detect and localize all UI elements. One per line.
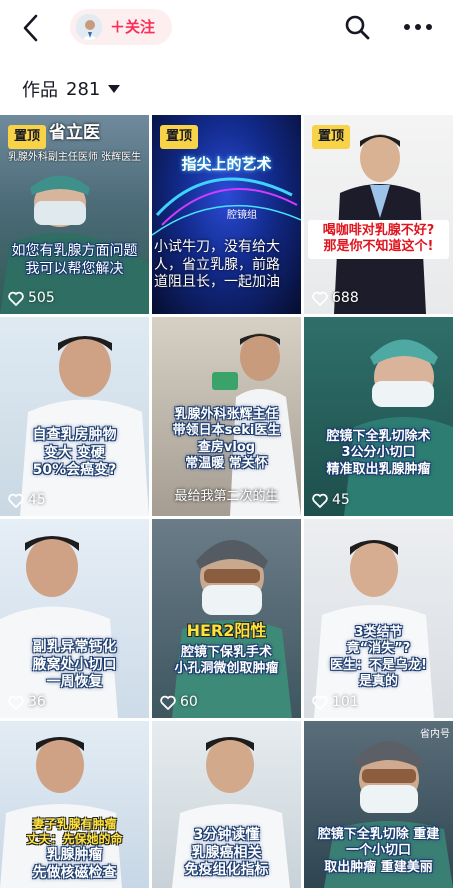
tile-likes: 36 <box>8 694 46 710</box>
video-tile[interactable]: HER2阳性 腔镜下保乳手术 小孔洞微创取肿瘤 60 <box>152 519 301 718</box>
tile-caption: 腔镜下保乳手术 小孔洞微创取肿瘤 <box>174 645 279 677</box>
tile-corner-text: 省内号 <box>420 729 450 740</box>
video-tile[interactable]: 省内号 腔镜下全乳切除 重建 一个小切口 取出肿瘤 重建美丽 <box>304 721 453 888</box>
heart-icon <box>312 493 328 508</box>
video-tile[interactable]: 副乳异常钙化 腋窝处小切口 一周恢复 36 <box>0 519 149 718</box>
video-tile[interactable]: 妻子乳腺有肿瘤 丈夫：先保她的命 乳腺肿瘤 先做核磁检查 <box>0 721 149 888</box>
video-tile[interactable]: 省立医 乳腺外科副主任医师 张辉医生 置顶 如您有乳腺方面问题 我可以帮您解决 … <box>0 115 149 314</box>
tile-caption: 副乳异常钙化 腋窝处小切口 一周恢复 <box>32 639 117 690</box>
video-tile[interactable]: 3类结节 竟“消失”? 医生：不是乌龙! 是真的 101 <box>304 519 453 718</box>
tile-caption: 腔镜下全乳切除 重建 一个小切口 取出肿瘤 重建美丽 <box>317 827 440 875</box>
heart-icon <box>8 695 24 710</box>
top-bar: ＋关注 <box>0 0 453 58</box>
tile-caption-top: HER2阳性 <box>186 621 267 640</box>
tile-likes: 688 <box>312 290 359 306</box>
tile-bottom-text: 最给我第二次的生 <box>174 489 279 504</box>
tile-caption: 腔镜下全乳切除术 3公分小切口 精准取出乳腺肿瘤 <box>326 429 431 477</box>
video-tile[interactable]: 乳腺外科张辉主任 带领日本seki医生 查房vlog 常温暖 常关怀 最给我第二… <box>152 317 301 516</box>
heart-icon <box>160 695 176 710</box>
pinned-badge: 置顶 <box>8 125 47 149</box>
follow-button[interactable]: ＋关注 <box>110 16 155 37</box>
tile-caption: 妻子乳腺有肿瘤 丈夫：先保她的命 乳腺肿瘤 先做核磁检查 <box>26 817 123 881</box>
video-tile[interactable]: 腔镜下全乳切除术 3公分小切口 精准取出乳腺肿瘤 45 <box>304 317 453 516</box>
tile-caption: 小试牛刀，没有给大 人，省立乳腺，前路 道阻且长，一起加油 <box>154 239 280 290</box>
video-tile[interactable]: 3分钟读懂 乳腺癌相关 免疫组化指标 <box>152 721 301 888</box>
video-tile[interactable]: 自查乳房肿物 变大 变硬 50%会癌变? 45 <box>0 317 149 516</box>
works-label: 作品 <box>22 80 58 101</box>
tile-likes: 505 <box>8 290 55 306</box>
search-icon[interactable] <box>343 13 371 41</box>
tile-likes: 101 <box>312 694 359 710</box>
back-arrow-icon[interactable] <box>18 12 46 44</box>
tile-likes: 45 <box>312 492 350 508</box>
video-tile[interactable]: 置顶 喝咖啡对乳腺不好? 那是你不知道这个! 688 <box>304 115 453 314</box>
avatar[interactable] <box>75 13 103 41</box>
tile-likes: 60 <box>160 694 198 710</box>
tile-caption: 喝咖啡对乳腺不好? 那是你不知道这个! <box>308 220 449 259</box>
tile-top-text: 指尖上的艺术 <box>181 155 272 173</box>
tile-likes: 45 <box>8 492 46 508</box>
works-count: 281 <box>66 78 101 100</box>
tile-caption: 乳腺外科张辉主任 带领日本seki医生 查房vlog 常温暖 常关怀 <box>172 407 281 471</box>
works-filter[interactable]: 作品 281 <box>22 74 121 104</box>
tile-sub-text: 乳腺外科副主任医师 张辉医生 <box>7 152 142 163</box>
dropdown-caret-icon <box>108 85 121 93</box>
heart-icon <box>312 291 328 306</box>
tile-caption: 自查乳房肿物 变大 变硬 50%会癌变? <box>32 427 117 478</box>
video-tile[interactable]: 指尖上的艺术 腔镜组 置顶 小试牛刀，没有给大 人，省立乳腺，前路 道阻且长，一… <box>152 115 301 314</box>
follow-pill[interactable]: ＋关注 <box>70 9 172 45</box>
pinned-badge: 置顶 <box>160 125 199 149</box>
tile-caption: 3分钟读懂 乳腺癌相关 免疫组化指标 <box>184 827 269 878</box>
tile-sub-text: 腔镜组 <box>227 210 257 221</box>
heart-icon <box>8 493 24 508</box>
pinned-badge: 置顶 <box>312 125 351 149</box>
tile-caption: 如您有乳腺方面问题 我可以帮您解决 <box>11 243 138 277</box>
heart-icon <box>312 695 328 710</box>
tile-caption: 3类结节 竟“消失”? 医生：不是乌龙! 是真的 <box>330 625 427 689</box>
more-dots-icon[interactable] <box>402 15 434 39</box>
heart-icon <box>8 291 24 306</box>
